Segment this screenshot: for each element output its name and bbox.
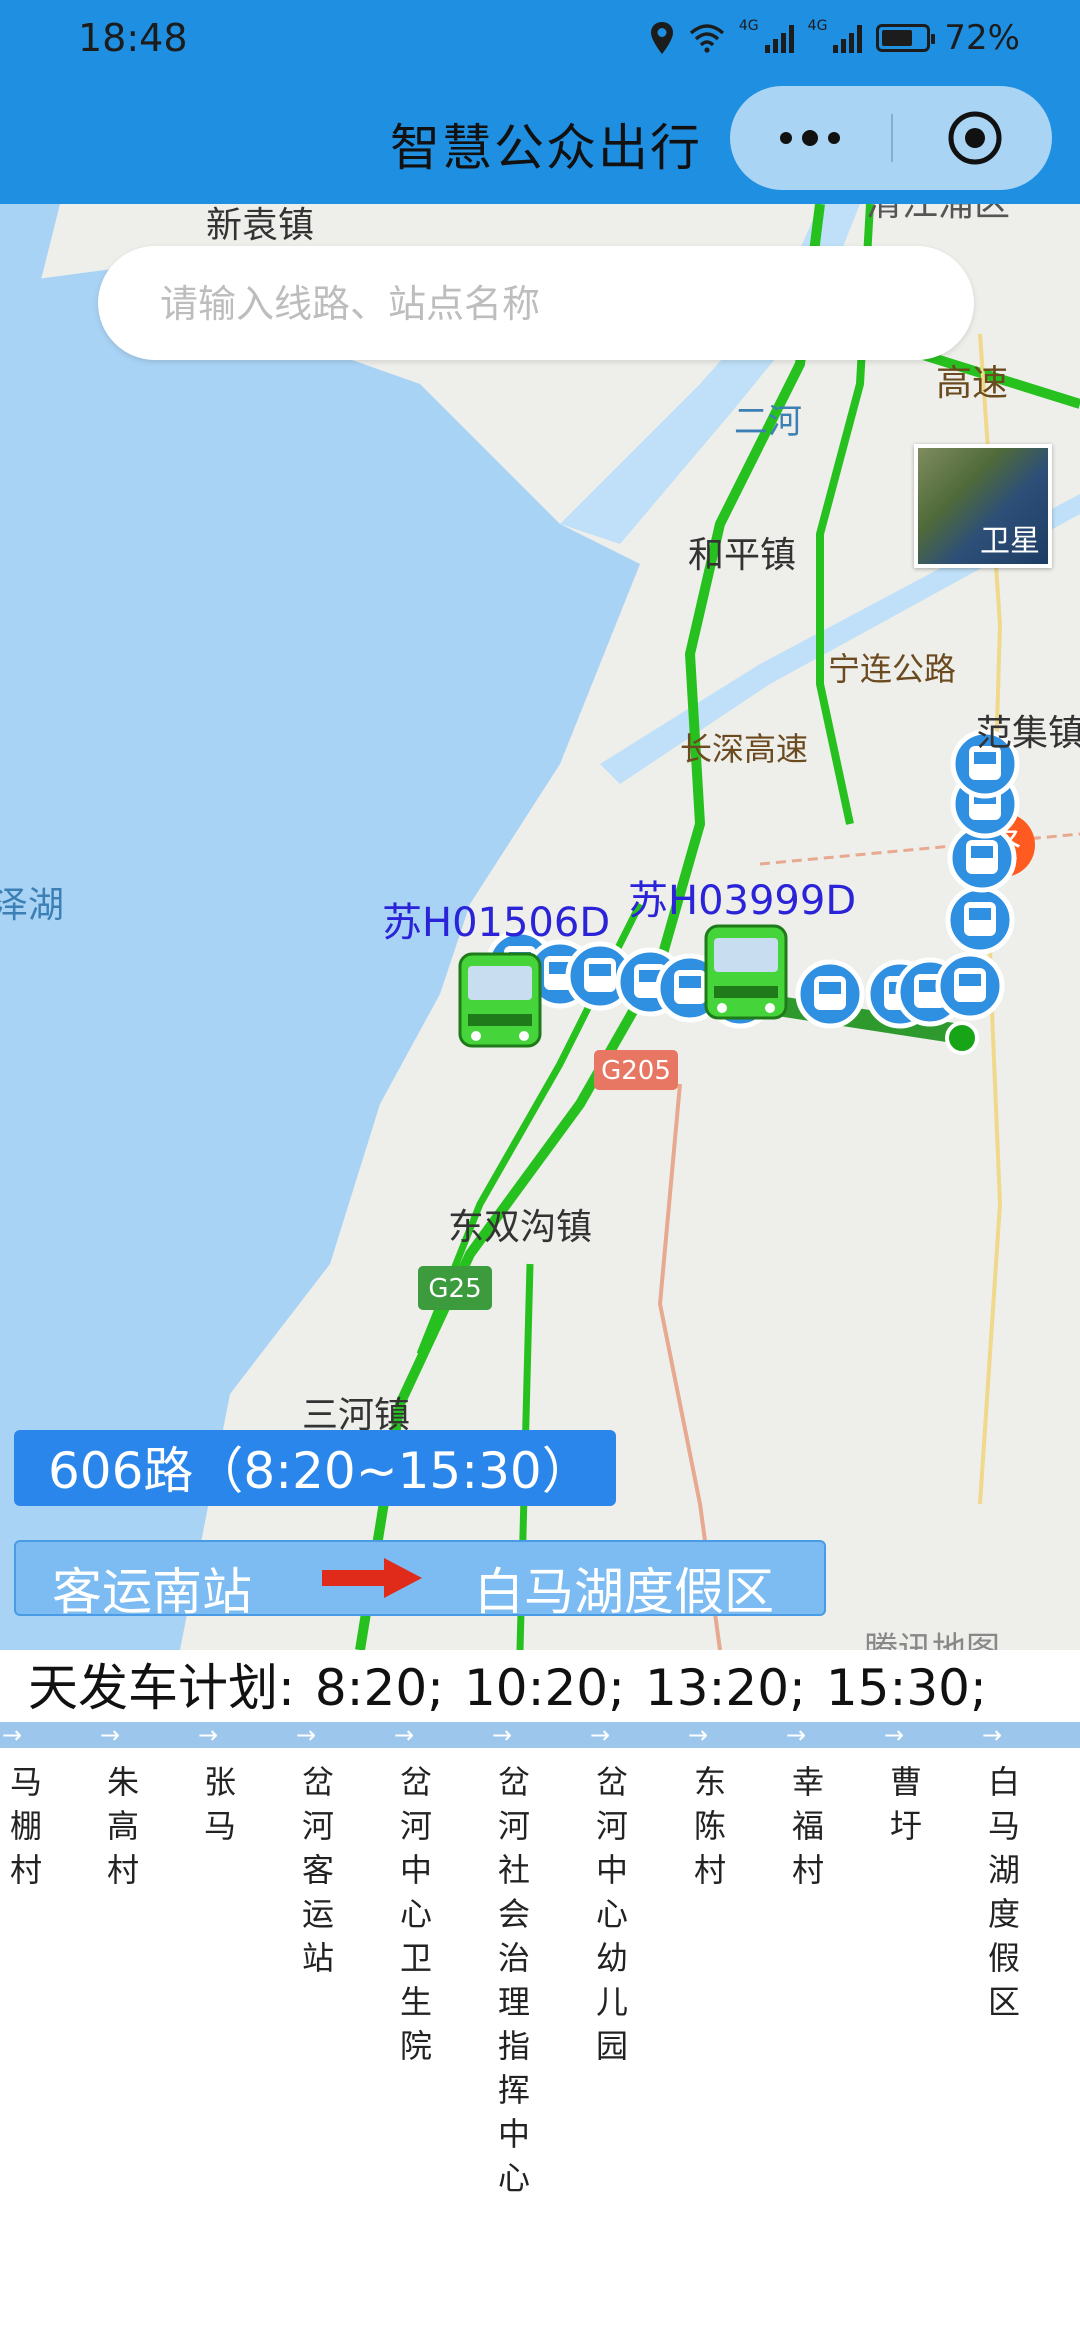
- stops-progress-bar: → → → → → → → → → → →: [0, 1722, 1080, 1748]
- g205-label: G205: [601, 1056, 671, 1086]
- search-bar[interactable]: [98, 246, 974, 362]
- more-button[interactable]: [730, 86, 890, 190]
- direction-chevron-icon: →: [786, 1721, 807, 1749]
- schedule-time: 10:20;: [464, 1659, 625, 1717]
- direction-to: 白马湖度假区: [474, 1563, 774, 1621]
- mini-program-capsule: [730, 86, 1052, 190]
- stop-item[interactable]: 张马: [200, 1760, 240, 1848]
- route-name-banner: 606路（8:20~15:30）: [14, 1430, 616, 1506]
- more-dot-icon: [828, 132, 840, 144]
- direction-chevron-icon: →: [296, 1721, 317, 1749]
- stop-list: 马棚村 朱高村 张马 岔河客运站 岔河中心卫生院 岔河社会治理指挥中心 岔河中心…: [0, 1760, 1080, 2320]
- direction-chevron-icon: →: [100, 1721, 121, 1749]
- bus-icon[interactable]: [702, 924, 790, 1028]
- direction-chevron-icon: →: [982, 1721, 1003, 1749]
- bus-plate-label: 苏H03999D: [628, 878, 857, 924]
- stop-item[interactable]: 岔河中心幼儿园: [592, 1760, 632, 2068]
- map-label-ninglian: 宁连公路: [828, 650, 957, 688]
- page-title: 智慧公众出行: [390, 119, 702, 177]
- stop-item[interactable]: 岔河中心卫生院: [396, 1760, 436, 2068]
- signal-icon: [764, 23, 794, 53]
- map-label-dongshuanggou: 东双沟镇: [448, 1207, 593, 1248]
- battery-icon: [876, 24, 936, 52]
- bus-stop-marker[interactable]: [795, 959, 865, 1029]
- stop-item[interactable]: 幸福村: [788, 1760, 828, 1892]
- direction-banner[interactable]: 客运南站 白马湖度假区: [14, 1540, 826, 1621]
- schedule-time: 8:20;: [314, 1659, 444, 1717]
- map-label-heping: 和平镇: [688, 535, 797, 576]
- satellite-label: 卫星: [980, 524, 1040, 559]
- status-icons: 4G 4G 72%: [649, 16, 1020, 60]
- map-label-lake: 泽湖: [0, 885, 65, 926]
- route-map[interactable]: 终 G205 G25 新袁镇 清江浦区 高速 二河 和平镇 宁连公路 长深高速 …: [0, 204, 1080, 1650]
- schedule-bar: 天发车计划: 8:20; 10:20; 13:20; 15:30;: [0, 1650, 1080, 1720]
- network-type-2: 4G: [807, 18, 828, 34]
- stop-item[interactable]: 岔河客运站: [298, 1760, 338, 1980]
- app-header: 18:48 4G 4G 72% 智慧公众出行: [0, 0, 1080, 204]
- stop-item[interactable]: 岔河社会治理指挥中心: [494, 1760, 534, 2200]
- map-label-top-right: 清江浦区: [866, 204, 1010, 226]
- battery-percent: 72%: [944, 18, 1020, 58]
- map-label-xinyuan: 新袁镇: [206, 205, 315, 246]
- more-dot-icon: [802, 130, 818, 146]
- stop-item[interactable]: 朱高村: [103, 1760, 143, 1892]
- bus-icon[interactable]: [456, 952, 544, 1056]
- direction-chevron-icon: →: [394, 1721, 415, 1749]
- schedule-time: 13:20;: [644, 1659, 806, 1717]
- map-label-highway: 高速: [936, 363, 1009, 404]
- map-label-river: 二河: [734, 402, 802, 442]
- status-time: 18:48: [78, 16, 188, 60]
- bus-stop-marker[interactable]: [935, 951, 1005, 1021]
- g25-label: G25: [428, 1274, 481, 1304]
- stop-item[interactable]: 白马湖度假区: [984, 1760, 1024, 2024]
- bus-stop-marker[interactable]: [945, 885, 1015, 955]
- direction-chevron-icon: →: [884, 1721, 905, 1749]
- stop-item[interactable]: 马棚村: [6, 1760, 46, 1892]
- network-type: 4G: [738, 18, 759, 34]
- satellite-toggle-button[interactable]: 卫星: [914, 444, 1052, 568]
- wifi-icon: [689, 24, 725, 53]
- direction-chevron-icon: →: [2, 1721, 23, 1749]
- route-start-marker: [945, 1021, 979, 1055]
- schedule-label: 天发车计划:: [28, 1659, 295, 1717]
- direction-chevron-icon: →: [198, 1721, 219, 1749]
- map-label-fanji: 范集镇: [976, 713, 1080, 754]
- direction-chevron-icon: →: [590, 1721, 611, 1749]
- schedule-time: 15:30;: [825, 1659, 987, 1717]
- signal-icon-2: [833, 23, 863, 53]
- stop-item[interactable]: 曹圩: [886, 1760, 926, 1848]
- direction-from: 客运南站: [52, 1563, 252, 1621]
- map-label-changshen: 长深高速: [680, 730, 809, 768]
- arrow-right-icon: [322, 1558, 422, 1598]
- capsule-divider: [891, 114, 893, 162]
- battery-fill: [882, 30, 913, 46]
- map-attribution: 腾讯地图: [864, 1630, 1000, 1650]
- direction-chevron-icon: →: [688, 1721, 709, 1749]
- close-target-icon[interactable]: [945, 108, 1005, 168]
- stop-item[interactable]: 东陈村: [690, 1760, 730, 1892]
- direction-chevron-icon: →: [492, 1721, 513, 1749]
- search-input[interactable]: [158, 246, 942, 362]
- location-icon: [650, 22, 673, 54]
- bus-plate-label: 苏H01506D: [382, 900, 611, 946]
- more-dot-icon: [780, 132, 792, 144]
